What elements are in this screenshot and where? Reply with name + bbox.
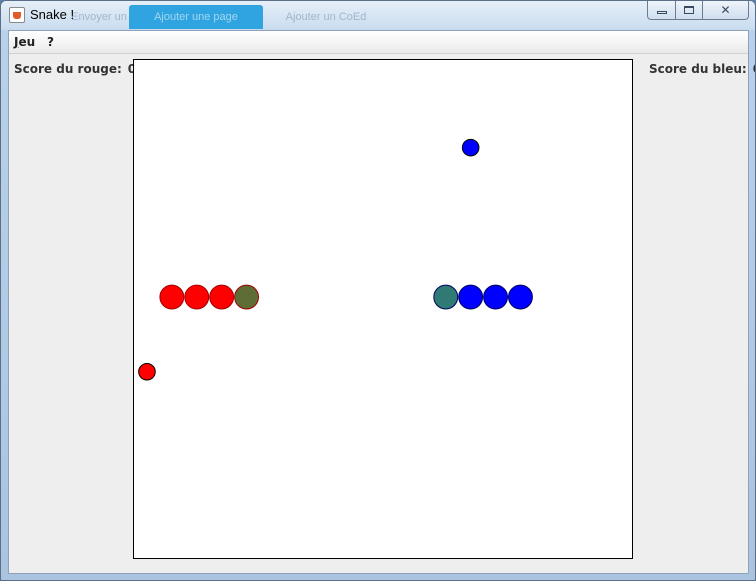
blue-score-label: Score du bleu: <box>649 62 747 76</box>
blue-snake-head <box>433 284 459 310</box>
menu-bar: Jeu ? <box>9 31 748 54</box>
close-icon: ✕ <box>720 3 731 17</box>
title-bar[interactable]: Ajouter une page Envoyer un mail Ajouter… <box>1 1 755 47</box>
content-pane: Jeu ? Score du rouge:0 Score du bleu:0 <box>8 30 755 574</box>
menu-help[interactable]: ? <box>47 35 54 49</box>
red-score: Score du rouge: 0 <box>14 62 136 76</box>
app-window: Ajouter une page Envoyer un mail Ajouter… <box>0 0 756 581</box>
background-tab-1: Ajouter une page <box>129 5 263 29</box>
minimize-icon <box>656 11 667 14</box>
java-cup-icon <box>9 7 25 23</box>
red-snake-segment <box>184 284 210 310</box>
minimize-button[interactable] <box>647 1 676 20</box>
blue-snake-segment <box>458 284 484 310</box>
menu-jeu[interactable]: Jeu <box>14 35 35 49</box>
window-title: Snake ! <box>30 7 75 22</box>
close-button[interactable]: ✕ <box>702 1 749 20</box>
background-tab-2: Envoyer un mail <box>71 11 127 47</box>
red-snake-head <box>234 284 260 310</box>
red-snake-segment <box>159 284 185 310</box>
maximize-icon <box>684 6 694 14</box>
blue-fruit <box>461 138 480 157</box>
menu-jeu-label: eu <box>18 35 36 49</box>
red-score-label: Score du rouge: <box>14 62 122 76</box>
background-tab-3: Ajouter un CoEd <box>285 11 367 23</box>
blue-snake-segment <box>483 284 508 310</box>
red-snake-segment <box>209 284 235 310</box>
blue-snake-segment <box>508 284 533 310</box>
maximize-button[interactable] <box>675 1 703 20</box>
game-board-canvas <box>138 138 533 381</box>
blue-score: Score du bleu:0 <box>649 62 755 76</box>
game-board[interactable] <box>133 59 633 559</box>
red-fruit <box>138 362 156 381</box>
